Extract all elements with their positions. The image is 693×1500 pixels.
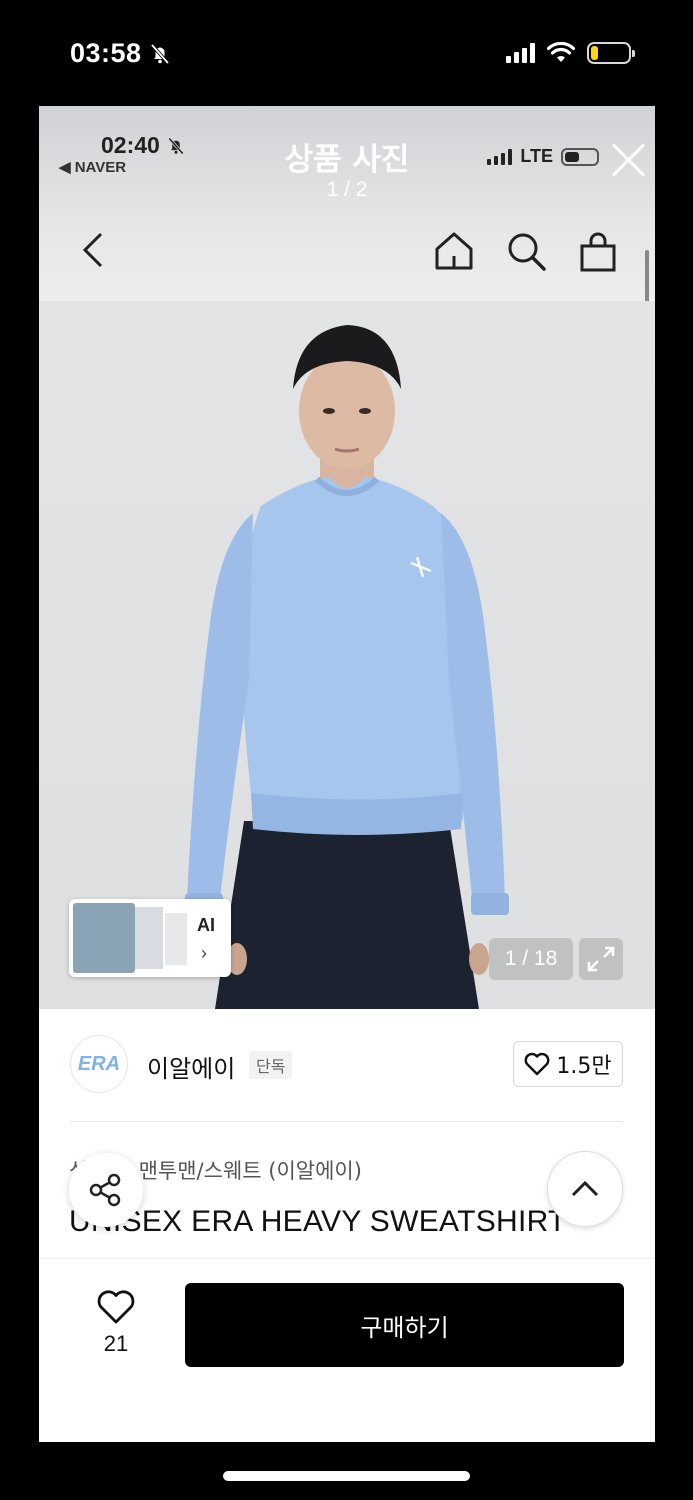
expand-button[interactable] <box>579 938 623 980</box>
product-nav-bar <box>39 216 655 288</box>
viewer-page-indicator: 1 / 2 <box>326 178 368 201</box>
brand-logo[interactable]: ERA <box>70 1035 128 1093</box>
ai-label: AI <box>197 915 215 935</box>
chevron-right-icon: › <box>201 943 207 963</box>
phone-screen: 03:58 02:40 ◀ NAVER 상품 사진 1 / 2 LTE AI ›… <box>0 0 693 1500</box>
wishlist-button[interactable]: 21 <box>91 1289 141 1357</box>
buy-button[interactable]: 구매하기 <box>185 1283 624 1367</box>
divider <box>70 1121 623 1122</box>
battery-fill <box>591 46 599 60</box>
scroll-top-button[interactable] <box>547 1151 623 1227</box>
status-time-wrap: 03:58 <box>70 38 172 69</box>
nav-actions <box>433 230 619 272</box>
exclusive-badge: 단독 <box>249 1051 293 1079</box>
inner-status-icons: LTE <box>487 146 599 167</box>
product-title: UNISEX ERA HEAVY SWEATSHIRT <box>69 1205 567 1238</box>
battery-icon <box>561 147 599 166</box>
thumbnail-image <box>73 903 135 973</box>
product-page: 02:40 ◀ NAVER 상품 사진 1 / 2 LTE AI › 1 / 1… <box>39 106 655 1442</box>
share-icon <box>89 1173 121 1207</box>
heart-icon <box>97 1290 135 1324</box>
status-bar: 03:58 <box>0 0 693 106</box>
brand-name[interactable]: 이알에이 <box>147 1049 235 1084</box>
search-icon[interactable] <box>505 230 547 272</box>
close-icon[interactable] <box>609 140 647 178</box>
chevron-left-icon[interactable] <box>79 230 109 270</box>
home-icon[interactable] <box>433 230 475 272</box>
home-indicator[interactable] <box>223 1471 470 1481</box>
photo-page-counter: 1 / 18 <box>489 938 573 980</box>
share-button[interactable] <box>69 1153 143 1227</box>
heart-icon <box>524 1052 550 1076</box>
product-info: ERA 이알에이 단독 1.5만 상의 > 맨투맨/스웨트 (이알에이) UNI… <box>39 1009 655 1261</box>
bell-slash-icon <box>150 43 169 64</box>
cellular-signal-icon <box>506 43 535 63</box>
cellular-signal-icon <box>487 148 513 165</box>
chevron-up-icon <box>571 1180 599 1197</box>
purchase-bar: 21 구매하기 <box>39 1258 655 1442</box>
wifi-icon <box>547 42 575 62</box>
thumbnail-image <box>165 913 187 965</box>
ai-similar-thumbnails[interactable]: AI › <box>69 899 231 977</box>
wishlist-count: 21 <box>103 1331 129 1356</box>
thumbnail-image <box>135 907 163 969</box>
expand-icon <box>587 946 615 972</box>
status-time: 03:58 <box>70 38 142 68</box>
brand-like-count: 1.5만 <box>556 1054 612 1079</box>
battery-fill <box>565 151 579 162</box>
viewer-header: 02:40 ◀ NAVER 상품 사진 1 / 2 LTE <box>39 106 655 320</box>
battery-icon <box>587 42 635 64</box>
brand-like-button[interactable]: 1.5만 <box>513 1041 623 1087</box>
product-photo[interactable]: AI › 1 / 18 <box>39 301 655 1009</box>
network-type: LTE <box>520 146 553 166</box>
status-icons <box>506 42 635 64</box>
shopping-bag-icon[interactable] <box>577 230 619 272</box>
